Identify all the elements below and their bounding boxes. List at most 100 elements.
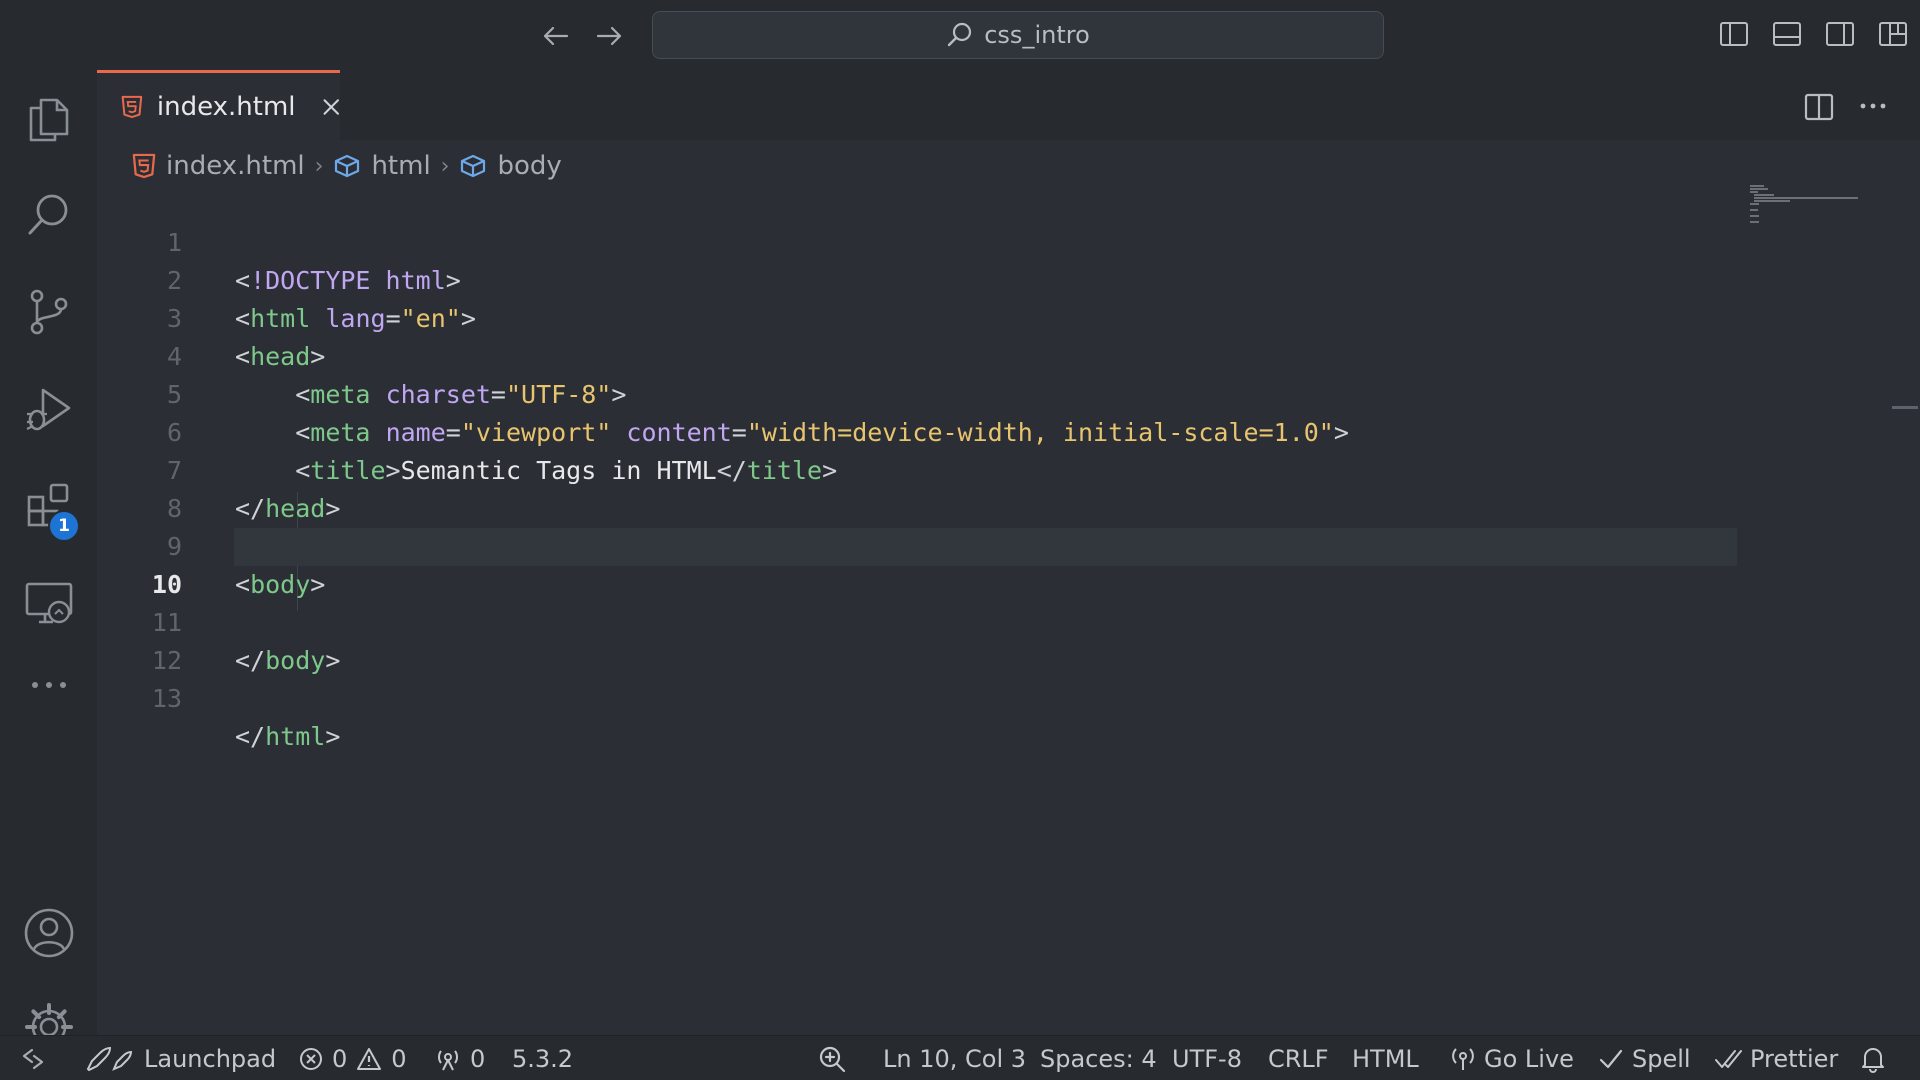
command-center-search[interactable]: css_intro [652, 11, 1384, 59]
toggle-primary-sidebar-button[interactable] [1716, 16, 1752, 52]
code-line[interactable]: 12 [97, 604, 1737, 675]
broadcast-icon [1452, 1047, 1474, 1070]
activity-source-control[interactable] [0, 267, 97, 357]
version-label: 5.3.2 [512, 1044, 574, 1073]
split-editor-icon [1804, 93, 1834, 121]
code-line[interactable]: 13 </html> [97, 642, 1737, 751]
ports-indicator[interactable]: 0 [434, 1036, 485, 1080]
breadcrumb-html-label: html [371, 151, 431, 181]
code-line[interactable]: 9 <body> [97, 490, 1737, 599]
ports-count: 0 [470, 1044, 486, 1073]
remote-indicator[interactable] [20, 1036, 46, 1080]
activity-more[interactable] [0, 655, 97, 715]
line-number: 13 [151, 684, 182, 713]
workspace-name: css_intro [984, 21, 1090, 49]
notifications-button[interactable] [1860, 1036, 1886, 1080]
cursor-position[interactable]: Ln 10, Col 3 [883, 1036, 1026, 1080]
breadcrumb-html[interactable]: html [333, 151, 431, 181]
code-line[interactable]: 4 <meta charset="UTF-8"> [97, 300, 1737, 409]
activity-accounts[interactable] [0, 888, 97, 978]
search-icon [28, 194, 67, 235]
language-label: HTML [1352, 1044, 1419, 1073]
breadcrumb-file[interactable]: index.html [132, 151, 305, 181]
symbol-element-icon [461, 154, 486, 178]
eol-selector[interactable]: CRLF [1268, 1036, 1329, 1080]
code-line[interactable]: 2 <html lang="en"> [97, 224, 1737, 333]
close-icon[interactable] [322, 96, 341, 118]
encoding-label: UTF-8 [1172, 1044, 1242, 1073]
code-line[interactable]: 8 [97, 452, 1737, 523]
files-icon [29, 98, 68, 142]
html5-icon [132, 153, 156, 179]
code-line-current[interactable]: 10 [152, 528, 1737, 599]
symbol-element-icon [335, 154, 360, 178]
activity-extensions[interactable]: 1 [0, 460, 97, 550]
code-line[interactable]: 5 <meta name="viewport" content="width=d… [97, 338, 1737, 447]
broadcast-icon [438, 1049, 458, 1070]
customize-layout-button[interactable] [1875, 16, 1911, 52]
code-editor[interactable]: 1 <!DOCTYPE html> 2 <html lang="en"> 3 <… [97, 186, 1737, 1026]
minimap-preview [1750, 185, 1858, 223]
toggle-primary-sidebar-icon [1720, 22, 1748, 46]
code-line[interactable]: 6 <title>Semantic Tags in HTML</title> [97, 376, 1737, 485]
activity-run-and-debug[interactable] [0, 363, 97, 453]
warning-count: 0 [391, 1044, 407, 1073]
zoom-button[interactable] [818, 1036, 846, 1080]
activity-explorer[interactable] [0, 75, 97, 165]
extensions-update-badge: 1 [48, 510, 80, 542]
line-number: 9 [166, 532, 182, 561]
chevron-right-icon: › [440, 153, 450, 179]
minimap[interactable] [1748, 183, 1858, 243]
version-indicator[interactable]: 5.3.2 [512, 1036, 573, 1080]
toggle-secondary-sidebar-button[interactable] [1822, 16, 1858, 52]
check-icon [1599, 1049, 1623, 1068]
encoding-selector[interactable]: UTF-8 [1172, 1036, 1242, 1080]
prettier-label: Prettier [1750, 1044, 1839, 1073]
scrollbar-cursor-marker [1892, 406, 1918, 409]
account-icon [24, 908, 73, 958]
tab-index-html[interactable]: index.html [97, 70, 340, 140]
chevron-right-icon: › [314, 153, 324, 179]
html5-icon [121, 95, 143, 118]
launchpad-button[interactable]: Launchpad [84, 1036, 276, 1080]
breadcrumb-file-label: index.html [166, 151, 305, 181]
toggle-panel-button[interactable] [1769, 16, 1805, 52]
customize-layout-icon [1879, 22, 1907, 46]
go-live-label: Go Live [1484, 1044, 1574, 1073]
language-mode-selector[interactable]: HTML [1352, 1036, 1419, 1080]
run-debug-icon [26, 388, 70, 431]
editor-more-actions-button[interactable] [1857, 96, 1889, 116]
activity-remote-explorer[interactable] [0, 557, 97, 647]
go-forward-button[interactable] [592, 19, 626, 53]
status-bar: Launchpad 0 0 0 5.3.2 Ln 10, Col 3 Space… [0, 1035, 1920, 1080]
code-line[interactable]: 3 <head> [97, 262, 1737, 371]
toggle-secondary-sidebar-icon [1826, 22, 1854, 46]
breadcrumb: index.html › html › body [132, 146, 562, 186]
go-back-button[interactable] [539, 19, 573, 53]
zoom-in-icon [819, 1046, 846, 1072]
editor-tab-bar: index.html [97, 70, 1920, 140]
breadcrumb-body[interactable]: body [459, 151, 562, 181]
activity-search[interactable] [0, 170, 97, 260]
spell-label: Spell [1632, 1044, 1691, 1073]
code-line[interactable]: 11 </body> [97, 566, 1737, 675]
split-editor-button[interactable] [1803, 92, 1835, 122]
remote-icon [22, 1048, 44, 1069]
problems-indicator[interactable]: 0 0 [298, 1036, 407, 1080]
go-live-button[interactable]: Go Live [1450, 1036, 1574, 1080]
remote-explorer-icon [25, 582, 72, 624]
error-count: 0 [332, 1044, 348, 1073]
error-icon [300, 1047, 322, 1070]
search-icon [948, 22, 972, 47]
code-line[interactable]: 7 </head> [97, 414, 1737, 523]
cursor-position-label: Ln 10, Col 3 [883, 1044, 1027, 1073]
code-line[interactable]: 1 <!DOCTYPE html> [97, 186, 1737, 295]
title-bar: css_intro [0, 0, 1920, 70]
breadcrumb-body-label: body [497, 151, 562, 181]
prettier-button[interactable]: Prettier [1714, 1036, 1838, 1080]
launchpad-label: Launchpad [144, 1044, 277, 1073]
warning-icon [357, 1047, 382, 1070]
line-content: </html> [235, 722, 341, 751]
spell-check-button[interactable]: Spell [1598, 1036, 1691, 1080]
indentation-selector[interactable]: Spaces: 4 [1040, 1036, 1157, 1080]
